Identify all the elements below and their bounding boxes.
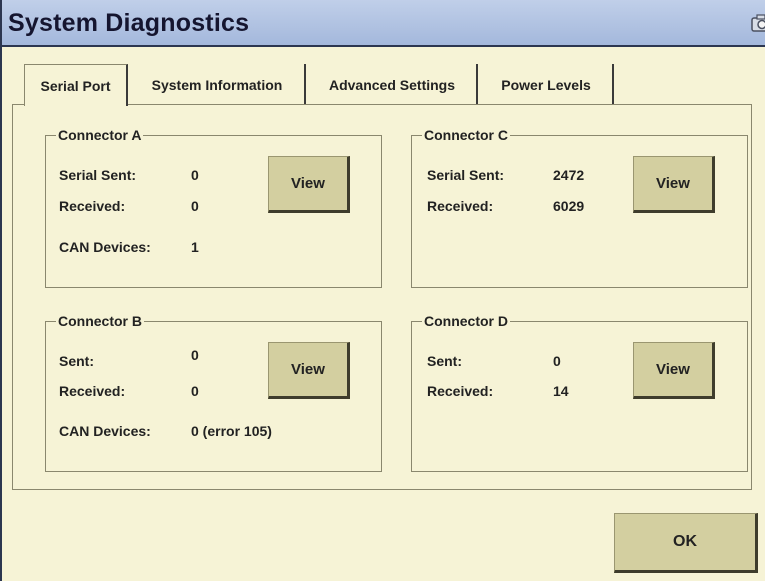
- can-devices-label: CAN Devices:: [59, 423, 151, 439]
- received-label: Received:: [427, 198, 494, 214]
- connector-a-group: Connector A Serial Sent: 0 Received: 0 C…: [45, 126, 382, 288]
- connector-a-title: Connector A: [56, 126, 144, 144]
- connector-a-view-button[interactable]: View: [268, 156, 350, 213]
- sent-value: 0: [191, 347, 199, 363]
- view-label: View: [291, 361, 325, 378]
- received-value: 0: [191, 198, 199, 214]
- can-devices-label: CAN Devices:: [59, 239, 151, 255]
- tab-power-levels[interactable]: Power Levels: [480, 64, 614, 105]
- connector-c-group: Connector C Serial Sent: 2472 Received: …: [411, 126, 748, 288]
- view-label: View: [656, 175, 690, 192]
- connector-d-title: Connector D: [422, 312, 510, 330]
- connector-c-view-button[interactable]: View: [633, 156, 715, 213]
- connector-b-group: Connector B Sent: 0 Received: 0 CAN Devi…: [45, 312, 382, 472]
- tab-serial-port[interactable]: Serial Port: [24, 64, 128, 106]
- serial-sent-label: Serial Sent:: [59, 167, 137, 183]
- connector-b-view-button[interactable]: View: [268, 342, 350, 399]
- tab-label: System Information: [151, 76, 283, 93]
- system-diagnostics-window: System Diagnostics Serial Port System In…: [0, 0, 765, 581]
- connector-d-group: Connector D Sent: 0 Received: 14 View: [411, 312, 748, 472]
- ok-label: OK: [673, 533, 697, 550]
- ok-button[interactable]: OK: [614, 513, 758, 573]
- serial-sent-value: 2472: [553, 167, 585, 183]
- connector-d-view-button[interactable]: View: [633, 342, 715, 399]
- received-label: Received:: [427, 383, 494, 399]
- sent-label: Sent:: [59, 353, 94, 369]
- received-label: Received:: [59, 383, 126, 399]
- tab-system-information[interactable]: System Information: [130, 64, 306, 105]
- connector-b-title: Connector B: [56, 312, 144, 330]
- can-devices-value: 1: [191, 239, 199, 255]
- connector-c-title: Connector C: [422, 126, 510, 144]
- received-label: Received:: [59, 198, 126, 214]
- title-bar: System Diagnostics: [2, 0, 765, 47]
- received-value: 6029: [553, 198, 585, 214]
- view-label: View: [656, 361, 690, 378]
- received-value: 0: [191, 383, 199, 399]
- received-value: 14: [553, 383, 569, 399]
- tab-label: Advanced Settings: [328, 76, 456, 93]
- can-devices-value: 0 (error 105): [191, 423, 272, 439]
- serial-port-panel: Connector A Serial Sent: 0 Received: 0 C…: [12, 104, 752, 490]
- camera-icon[interactable]: [751, 14, 765, 32]
- view-label: View: [291, 175, 325, 192]
- sent-label: Sent:: [427, 353, 462, 369]
- tab-advanced-settings[interactable]: Advanced Settings: [308, 64, 478, 105]
- sent-value: 0: [553, 353, 561, 369]
- serial-sent-value: 0: [191, 167, 199, 183]
- serial-sent-label: Serial Sent:: [427, 167, 505, 183]
- tab-label: Serial Port: [40, 77, 111, 94]
- tab-label: Power Levels: [501, 76, 591, 93]
- window-title: System Diagnostics: [8, 9, 250, 37]
